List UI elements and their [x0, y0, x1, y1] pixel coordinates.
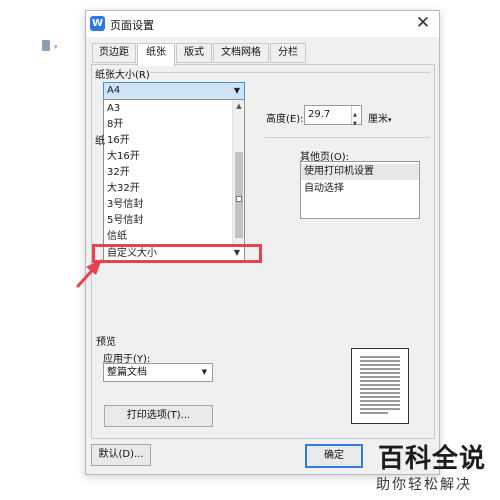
dropdown-scrollbar[interactable]: ▲	[232, 100, 244, 246]
title-bar: W 页面设置 ✕	[86, 11, 439, 37]
wps-app-icon: W	[90, 16, 105, 31]
ok-button[interactable]: 确定	[305, 444, 363, 468]
paper-size-option[interactable]: 大16开	[107, 149, 140, 165]
paper-size-option[interactable]: 3号信封	[107, 197, 143, 213]
chevron-down-icon: ▼	[201, 368, 207, 376]
paper-size-dropdown-list: A3 8开 16开 大16开 32开 大32开 3号信封 5号信封 信纸 自定义…	[103, 99, 245, 263]
paper-size-option[interactable]: 大32开	[107, 181, 140, 197]
page-preview-thumbnail	[351, 348, 409, 424]
tab-document-grid[interactable]: 文档网格	[213, 43, 269, 63]
preview-text-lines	[360, 356, 400, 414]
baike-watermark: 百科全说 助你轻松解决	[366, 438, 500, 500]
height-input[interactable]: 29.7 ▲ ▼	[304, 105, 362, 127]
section-divider	[150, 72, 430, 73]
chevron-up-icon[interactable]: ▲	[233, 102, 245, 110]
list-item[interactable]: 使用打印机设置	[301, 164, 419, 180]
tab-columns[interactable]: 分栏	[270, 43, 306, 63]
paper-source-label: 纸	[95, 136, 105, 147]
apply-to-value: 整篇文档	[107, 367, 147, 378]
close-icon[interactable]: ✕	[413, 13, 433, 33]
apply-to-select[interactable]: 整篇文档 ▼	[103, 363, 213, 382]
paper-size-option[interactable]: 信纸	[107, 229, 127, 245]
paper-size-label: 纸张大小(R)	[95, 70, 150, 81]
paper-size-option[interactable]: A3	[107, 101, 120, 117]
height-label: 高度(E):	[266, 114, 304, 125]
dialog-title: 页面设置	[110, 19, 154, 32]
print-options-button[interactable]: 打印选项(T)...	[104, 405, 213, 427]
other-pages-list[interactable]: 使用打印机设置 自动选择	[300, 161, 420, 219]
chevron-down-icon[interactable]: ▼	[353, 115, 357, 133]
default-button[interactable]: 默认(D)...	[91, 444, 151, 466]
paper-size-option[interactable]: 5号信封	[107, 213, 143, 229]
unit-value: 厘米	[368, 114, 388, 125]
watermark-title: 百科全说	[378, 444, 487, 474]
section-divider	[265, 137, 430, 138]
height-value: 29.7	[308, 109, 331, 120]
tab-layout[interactable]: 版式	[176, 43, 212, 63]
watermark-subtitle: 助你轻松解决	[376, 477, 472, 493]
scrollbar-thumb[interactable]	[235, 152, 243, 238]
paper-size-selected-value: A4	[107, 85, 121, 96]
paper-size-option[interactable]: 8开	[107, 117, 123, 133]
chevron-down-icon: ▼	[233, 86, 240, 95]
height-spinner[interactable]: ▲ ▼	[351, 106, 361, 127]
unit-select[interactable]: 厘米▾	[368, 110, 392, 125]
paper-size-select[interactable]: A4 ▼	[103, 82, 245, 100]
paper-size-option[interactable]: 32开	[107, 165, 130, 181]
chevron-down-icon: ▾	[388, 116, 392, 124]
preview-label: 预览	[96, 337, 116, 348]
tab-margins[interactable]: 页边距	[92, 43, 136, 63]
tab-paper[interactable]: 纸张	[137, 43, 175, 66]
scrollbar-grip	[236, 196, 242, 202]
custom-size-highlight	[92, 244, 262, 263]
list-item[interactable]: 自动选择	[301, 181, 419, 197]
paper-size-option[interactable]: 16开	[107, 133, 130, 149]
document-icon: ▾	[40, 40, 66, 54]
